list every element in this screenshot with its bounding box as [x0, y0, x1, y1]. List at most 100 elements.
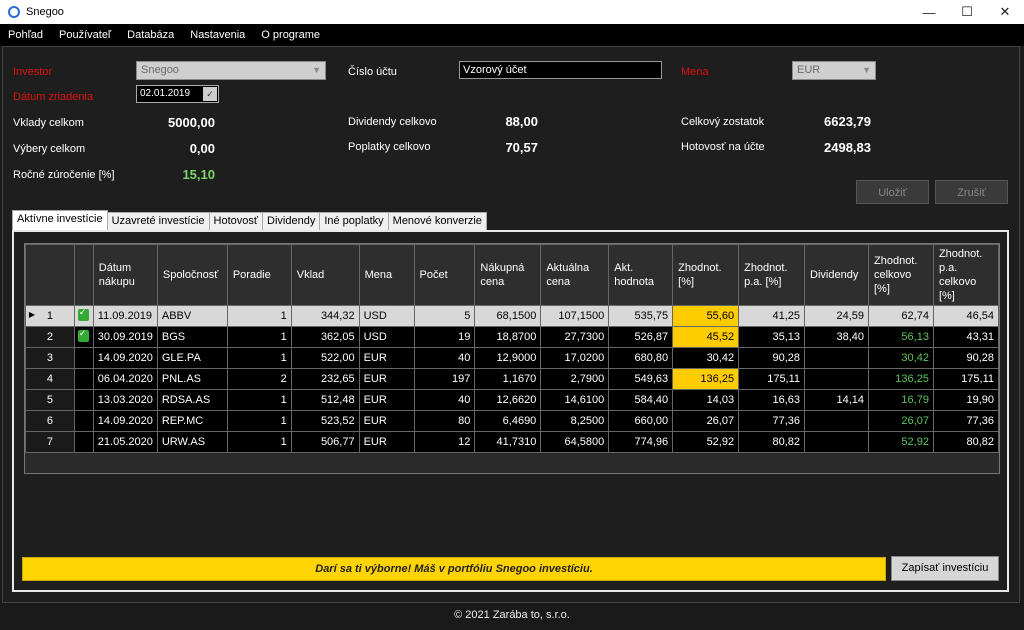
- cell-total-gain[interactable]: 62,74: [868, 305, 934, 327]
- header-order[interactable]: Poradie: [226, 244, 292, 306]
- cell-total-gain-pa[interactable]: 43,31: [932, 326, 999, 348]
- cell-gain-pa[interactable]: 80,82: [738, 431, 806, 453]
- cell-current-price[interactable]: 2,7900: [540, 368, 610, 390]
- cell-currency[interactable]: USD: [358, 305, 415, 327]
- tab-currency-conversions[interactable]: Menové konverzie: [387, 212, 487, 231]
- cell-company[interactable]: GLE.PA: [156, 347, 228, 369]
- cell-total-gain[interactable]: 30,42: [868, 347, 934, 369]
- cell-current-value[interactable]: 774,96: [608, 431, 674, 453]
- cell-order[interactable]: 1: [226, 347, 292, 369]
- cancel-button[interactable]: Zrušiť: [935, 180, 1008, 204]
- cell-gain-pa[interactable]: 77,36: [738, 410, 806, 432]
- row-header[interactable]: 3: [25, 347, 75, 369]
- cell-current-price[interactable]: 17,0200: [540, 347, 610, 369]
- cell-current-price[interactable]: 27,7300: [540, 326, 610, 348]
- cell-count[interactable]: 40: [413, 347, 476, 369]
- table-row[interactable]: 4 06.04.2020 PNL.AS 2 232,65 EUR 197 1,1670 2,79…: [25, 368, 999, 390]
- cell-gain-pa[interactable]: 175,11: [738, 368, 806, 390]
- cell-count[interactable]: 5: [413, 305, 476, 327]
- cell-buy-price[interactable]: 41,7310: [474, 431, 542, 453]
- cell-company[interactable]: ABBV: [156, 305, 228, 327]
- row-header[interactable]: 4: [25, 368, 75, 390]
- cell-current-value[interactable]: 526,87: [608, 326, 674, 348]
- cell-dividends[interactable]: [804, 368, 869, 390]
- cell-current-value[interactable]: 535,75: [608, 305, 674, 327]
- minimize-button[interactable]: —: [910, 0, 948, 24]
- cell-gain[interactable]: 52,92: [672, 431, 740, 453]
- cell-gain[interactable]: 55,60: [672, 305, 740, 327]
- cell-total-gain-pa[interactable]: 46,54: [932, 305, 999, 327]
- account-input[interactable]: Vzorový účet: [459, 61, 662, 79]
- cell-date[interactable]: 21.05.2020: [92, 431, 158, 453]
- cell-currency[interactable]: EUR: [358, 347, 415, 369]
- cell-count[interactable]: 197: [413, 368, 476, 390]
- write-investment-button[interactable]: Zapísať investíciu: [891, 556, 999, 581]
- cell-gain[interactable]: 45,52: [672, 326, 740, 348]
- cell-deposit[interactable]: 362,05: [290, 326, 360, 348]
- cell-order[interactable]: 1: [226, 431, 292, 453]
- cell-current-price[interactable]: 107,1500: [540, 305, 610, 327]
- cell-deposit[interactable]: 344,32: [290, 305, 360, 327]
- cell-date[interactable]: 11.09.2019: [92, 305, 158, 327]
- cell-buy-price[interactable]: 12,6620: [474, 389, 542, 411]
- investor-select[interactable]: Snegoo ▼: [136, 61, 326, 80]
- close-button[interactable]: ✕: [986, 0, 1024, 24]
- table-row[interactable]: 6 14.09.2020 REP.MC 1 523,52 EUR 80 6,4690 8,250…: [25, 410, 999, 432]
- header-dividends[interactable]: Dividendy: [804, 244, 869, 306]
- cell-gain[interactable]: 30,42: [672, 347, 740, 369]
- calendar-icon[interactable]: ✓: [203, 87, 217, 101]
- cell-deposit[interactable]: 232,65: [290, 368, 360, 390]
- table-row[interactable]: 5 13.03.2020 RDSA.AS 1 512,48 EUR 40 12,6620 14,…: [25, 389, 999, 411]
- cell-count[interactable]: 12: [413, 431, 476, 453]
- cell-currency[interactable]: EUR: [358, 431, 415, 453]
- cell-dividends[interactable]: 24,59: [804, 305, 869, 327]
- cell-current-price[interactable]: 14,6100: [540, 389, 610, 411]
- cell-currency[interactable]: EUR: [358, 410, 415, 432]
- cell-order[interactable]: 1: [226, 389, 292, 411]
- cell-buy-price[interactable]: 18,8700: [474, 326, 542, 348]
- cell-current-value[interactable]: 549,63: [608, 368, 674, 390]
- maximize-button[interactable]: ☐: [948, 0, 986, 24]
- cell-current-price[interactable]: 64,5800: [540, 431, 610, 453]
- cell-order[interactable]: 1: [226, 305, 292, 327]
- cell-total-gain[interactable]: 26,07: [868, 410, 934, 432]
- cell-total-gain[interactable]: 52,92: [868, 431, 934, 453]
- cell-dividends[interactable]: [804, 347, 869, 369]
- cell-total-gain[interactable]: 136,25: [868, 368, 934, 390]
- table-row[interactable]: 3 14.09.2020 GLE.PA 1 522,00 EUR 40 12,9000 17,0…: [25, 347, 999, 369]
- cell-date[interactable]: 14.09.2020: [92, 347, 158, 369]
- cell-current-value[interactable]: 680,80: [608, 347, 674, 369]
- menu-settings[interactable]: Nastavenia: [182, 29, 253, 41]
- cell-company[interactable]: REP.MC: [156, 410, 228, 432]
- cell-current-price[interactable]: 8,2500: [540, 410, 610, 432]
- cell-total-gain-pa[interactable]: 175,11: [932, 368, 999, 390]
- currency-select[interactable]: EUR ▼: [792, 61, 876, 80]
- header-total-gain-pa[interactable]: Zhodnot. p.a. celkovo [%]: [932, 244, 999, 306]
- cell-gain[interactable]: 26,07: [672, 410, 740, 432]
- cell-deposit[interactable]: 512,48: [290, 389, 360, 411]
- cell-total-gain-pa[interactable]: 19,90: [932, 389, 999, 411]
- cell-total-gain-pa[interactable]: 77,36: [932, 410, 999, 432]
- cell-currency[interactable]: EUR: [358, 389, 415, 411]
- cell-gain-pa[interactable]: 90,28: [738, 347, 806, 369]
- menu-database[interactable]: Databáza: [119, 29, 182, 41]
- save-button[interactable]: Uložiť: [856, 180, 929, 204]
- cell-dividends[interactable]: [804, 431, 869, 453]
- cell-count[interactable]: 80: [413, 410, 476, 432]
- header-current-price[interactable]: Aktuálna cena: [540, 244, 610, 306]
- row-header[interactable]: 6: [25, 410, 75, 432]
- cell-gain-pa[interactable]: 16,63: [738, 389, 806, 411]
- header-buy-price[interactable]: Nákupná cena: [474, 244, 542, 306]
- cell-deposit[interactable]: 506,77: [290, 431, 360, 453]
- header-total-gain[interactable]: Zhodnot. celkovo [%]: [868, 244, 934, 306]
- cell-gain[interactable]: 136,25: [672, 368, 740, 390]
- header-date[interactable]: Dátum nákupu: [92, 244, 158, 306]
- cell-date[interactable]: 14.09.2020: [92, 410, 158, 432]
- cell-buy-price[interactable]: 12,9000: [474, 347, 542, 369]
- header-currency[interactable]: Mena: [358, 244, 415, 306]
- cell-gain[interactable]: 14,03: [672, 389, 740, 411]
- menu-about[interactable]: O programe: [253, 29, 328, 41]
- row-header[interactable]: 7: [25, 431, 75, 453]
- cell-dividends[interactable]: [804, 410, 869, 432]
- menu-user[interactable]: Používateľ: [51, 29, 119, 41]
